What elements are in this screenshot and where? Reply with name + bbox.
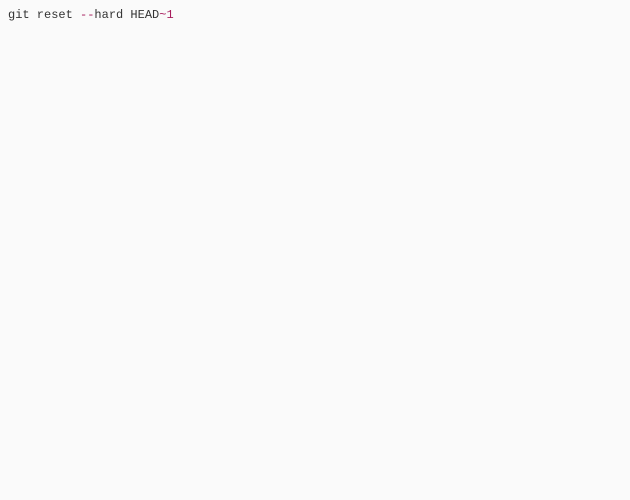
git-command: git reset (8, 8, 80, 22)
commit-offset: 1 (166, 8, 173, 22)
flag-text: hard HEAD (94, 8, 159, 22)
code-snippet: git reset --hard HEAD~1 (8, 7, 622, 24)
flag-dashes: -- (80, 8, 94, 22)
